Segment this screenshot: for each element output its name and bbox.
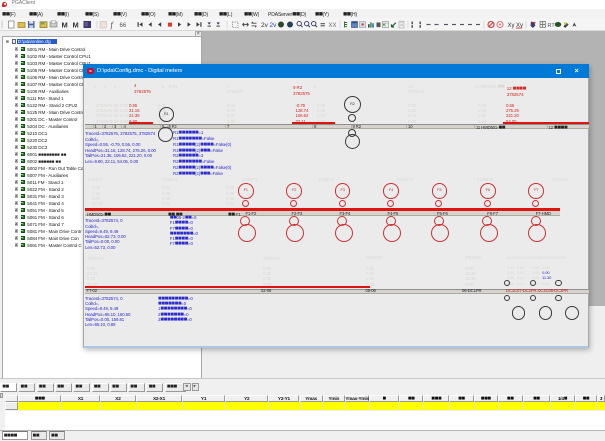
svg-text:RT: RT <box>548 23 556 29</box>
svg-text:2v: 2v <box>270 22 278 29</box>
svg-text:f: f <box>111 21 115 30</box>
svg-text:M: M <box>73 21 79 30</box>
svg-text:2v: 2v <box>261 22 269 29</box>
svg-text:M: M <box>62 21 68 30</box>
svg-text:66: 66 <box>120 23 127 29</box>
svg-text:Xy: Xy <box>508 23 515 29</box>
svg-text:XX: XX <box>329 23 337 29</box>
